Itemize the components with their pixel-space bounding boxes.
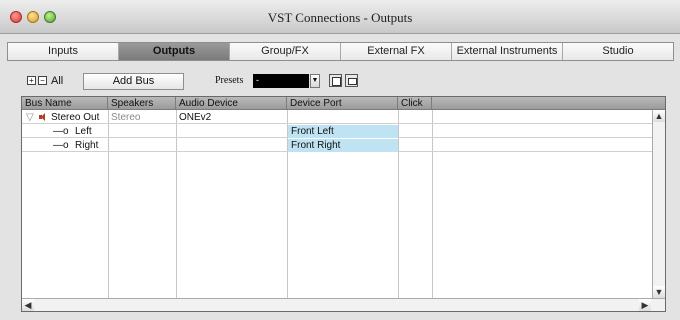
all-label: All — [51, 75, 64, 87]
tab-group-fx[interactable]: Group/FX — [230, 43, 341, 60]
tab-bar: Inputs Outputs Group/FX External FX Exte… — [7, 42, 674, 61]
scroll-up-icon[interactable]: ▲ — [653, 110, 665, 122]
tab-external-fx[interactable]: External FX — [341, 43, 452, 60]
device-port-cell[interactable]: Front Left — [288, 125, 398, 138]
bus-name-cell[interactable]: Right — [75, 139, 98, 152]
add-bus-button[interactable]: Add Bus — [83, 73, 184, 90]
collapse-arrow-icon[interactable]: ▽ — [26, 111, 34, 124]
tab-inputs[interactable]: Inputs — [8, 43, 119, 60]
column-header-speakers[interactable]: Speakers — [108, 97, 176, 110]
table-header: Bus Name Speakers Audio Device Device Po… — [22, 97, 665, 110]
scroll-right-icon[interactable]: ▶ — [639, 299, 651, 311]
delete-preset-icon[interactable] — [345, 74, 358, 87]
scroll-left-icon[interactable]: ◀ — [22, 299, 34, 311]
window-title: VST Connections - Outputs — [267, 10, 413, 25]
presets-select[interactable]: - — [253, 74, 309, 88]
scroll-down-icon[interactable]: ▼ — [653, 286, 665, 298]
expand-all-icon[interactable]: + — [27, 76, 36, 85]
device-port-cell[interactable]: Front Right — [288, 139, 398, 152]
save-preset-icon[interactable] — [329, 74, 342, 87]
tab-studio[interactable]: Studio — [563, 43, 673, 60]
audio-device-cell[interactable]: ONEv2 — [179, 111, 211, 124]
title-bar[interactable]: VST Connections - Outputs — [0, 0, 680, 34]
speakers-cell: Stereo — [111, 112, 141, 123]
vertical-scrollbar[interactable]: ▲ ▼ — [652, 110, 665, 298]
column-header-audio-device[interactable]: Audio Device — [176, 97, 287, 110]
connections-table: Bus Name Speakers Audio Device Device Po… — [21, 96, 666, 312]
channel-connector-icon: —o — [53, 140, 69, 151]
column-header-device-port[interactable]: Device Port — [287, 97, 398, 110]
channel-connector-icon: —o — [53, 126, 69, 137]
horizontal-scrollbar[interactable]: ◀ ▶ — [22, 298, 665, 311]
table-row[interactable]: ▽ Stereo Out Stereo ONEv2 — [22, 111, 652, 124]
toolbar: + − All Add Bus Presets - ▼ — [0, 72, 680, 94]
bus-name-cell[interactable]: Left — [75, 125, 92, 138]
column-header-bus-name[interactable]: Bus Name — [22, 97, 108, 110]
table-row[interactable]: —o Left Front Left — [22, 125, 652, 138]
table-row[interactable]: —o Right Front Right — [22, 139, 652, 152]
speaker-icon — [39, 111, 47, 124]
tab-external-instruments[interactable]: External Instruments — [452, 43, 563, 60]
column-header-click[interactable]: Click — [398, 97, 432, 110]
collapse-all-icon[interactable]: − — [38, 76, 47, 85]
chevron-down-icon[interactable]: ▼ — [310, 74, 320, 88]
vst-connections-window: VST Connections - Outputs Inputs Outputs… — [0, 0, 680, 320]
presets-label: Presets — [215, 75, 244, 86]
bus-name-cell[interactable]: Stereo Out — [51, 111, 99, 124]
tab-outputs[interactable]: Outputs — [119, 43, 230, 60]
